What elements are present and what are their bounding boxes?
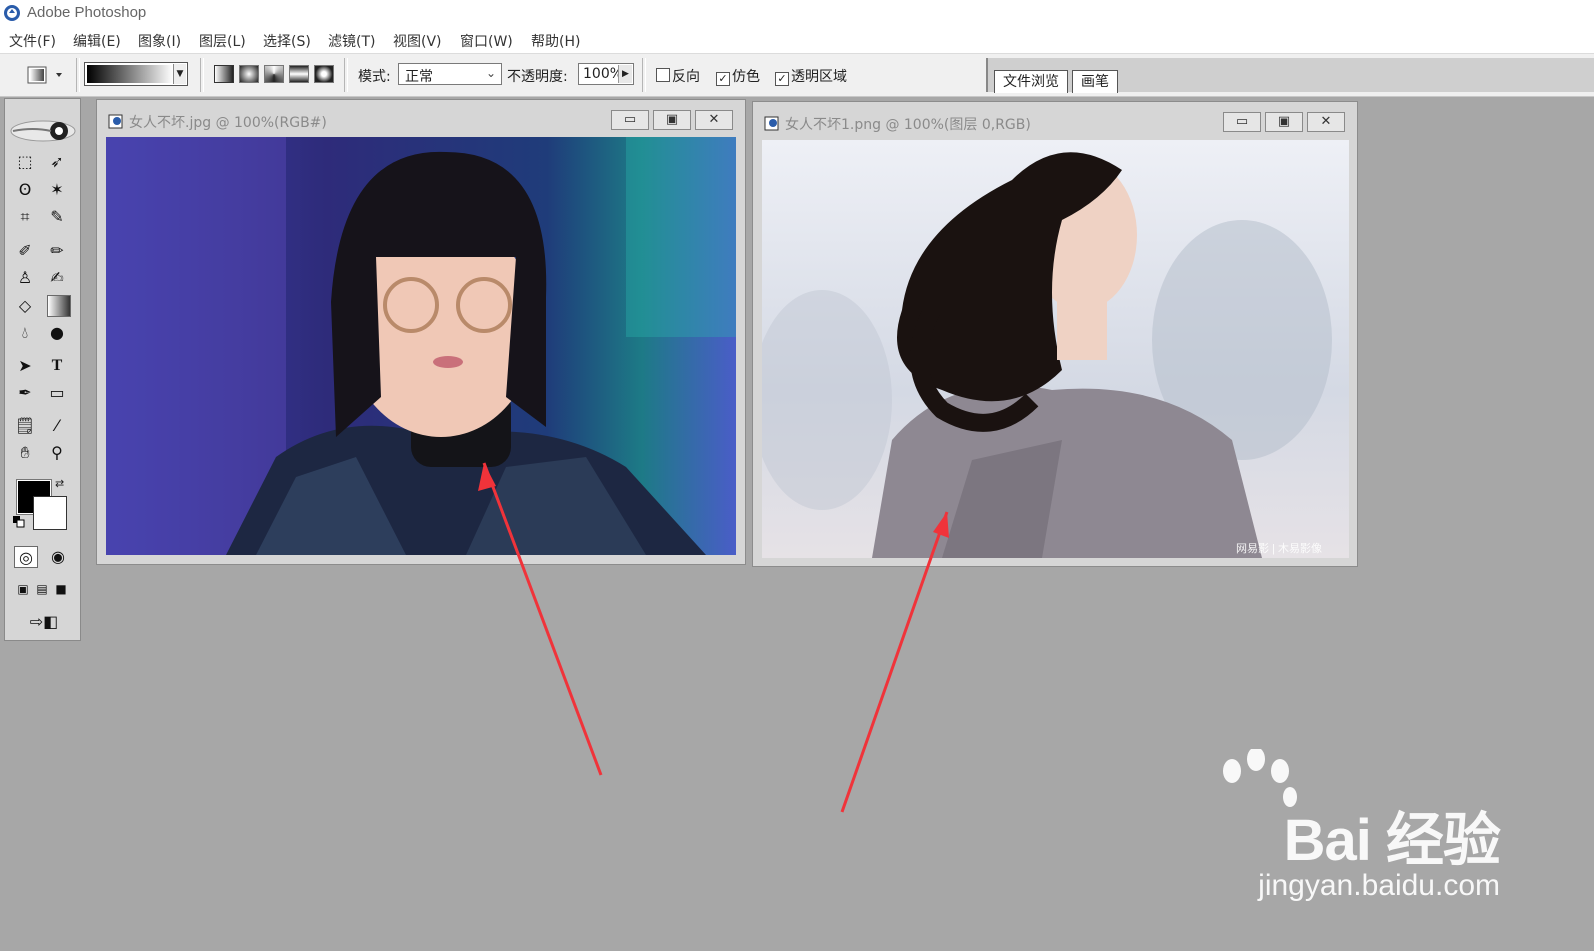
watermark-url: jingyan.baidu.com bbox=[1258, 869, 1500, 902]
red-arrow-icon bbox=[478, 462, 603, 776]
watermark-brand: Bai 经验 bbox=[1283, 808, 1501, 873]
baidu-jingyan-watermark: Bai 经验 jingyan.baidu.com bbox=[1223, 749, 1501, 903]
red-arrow-icon bbox=[840, 511, 949, 813]
